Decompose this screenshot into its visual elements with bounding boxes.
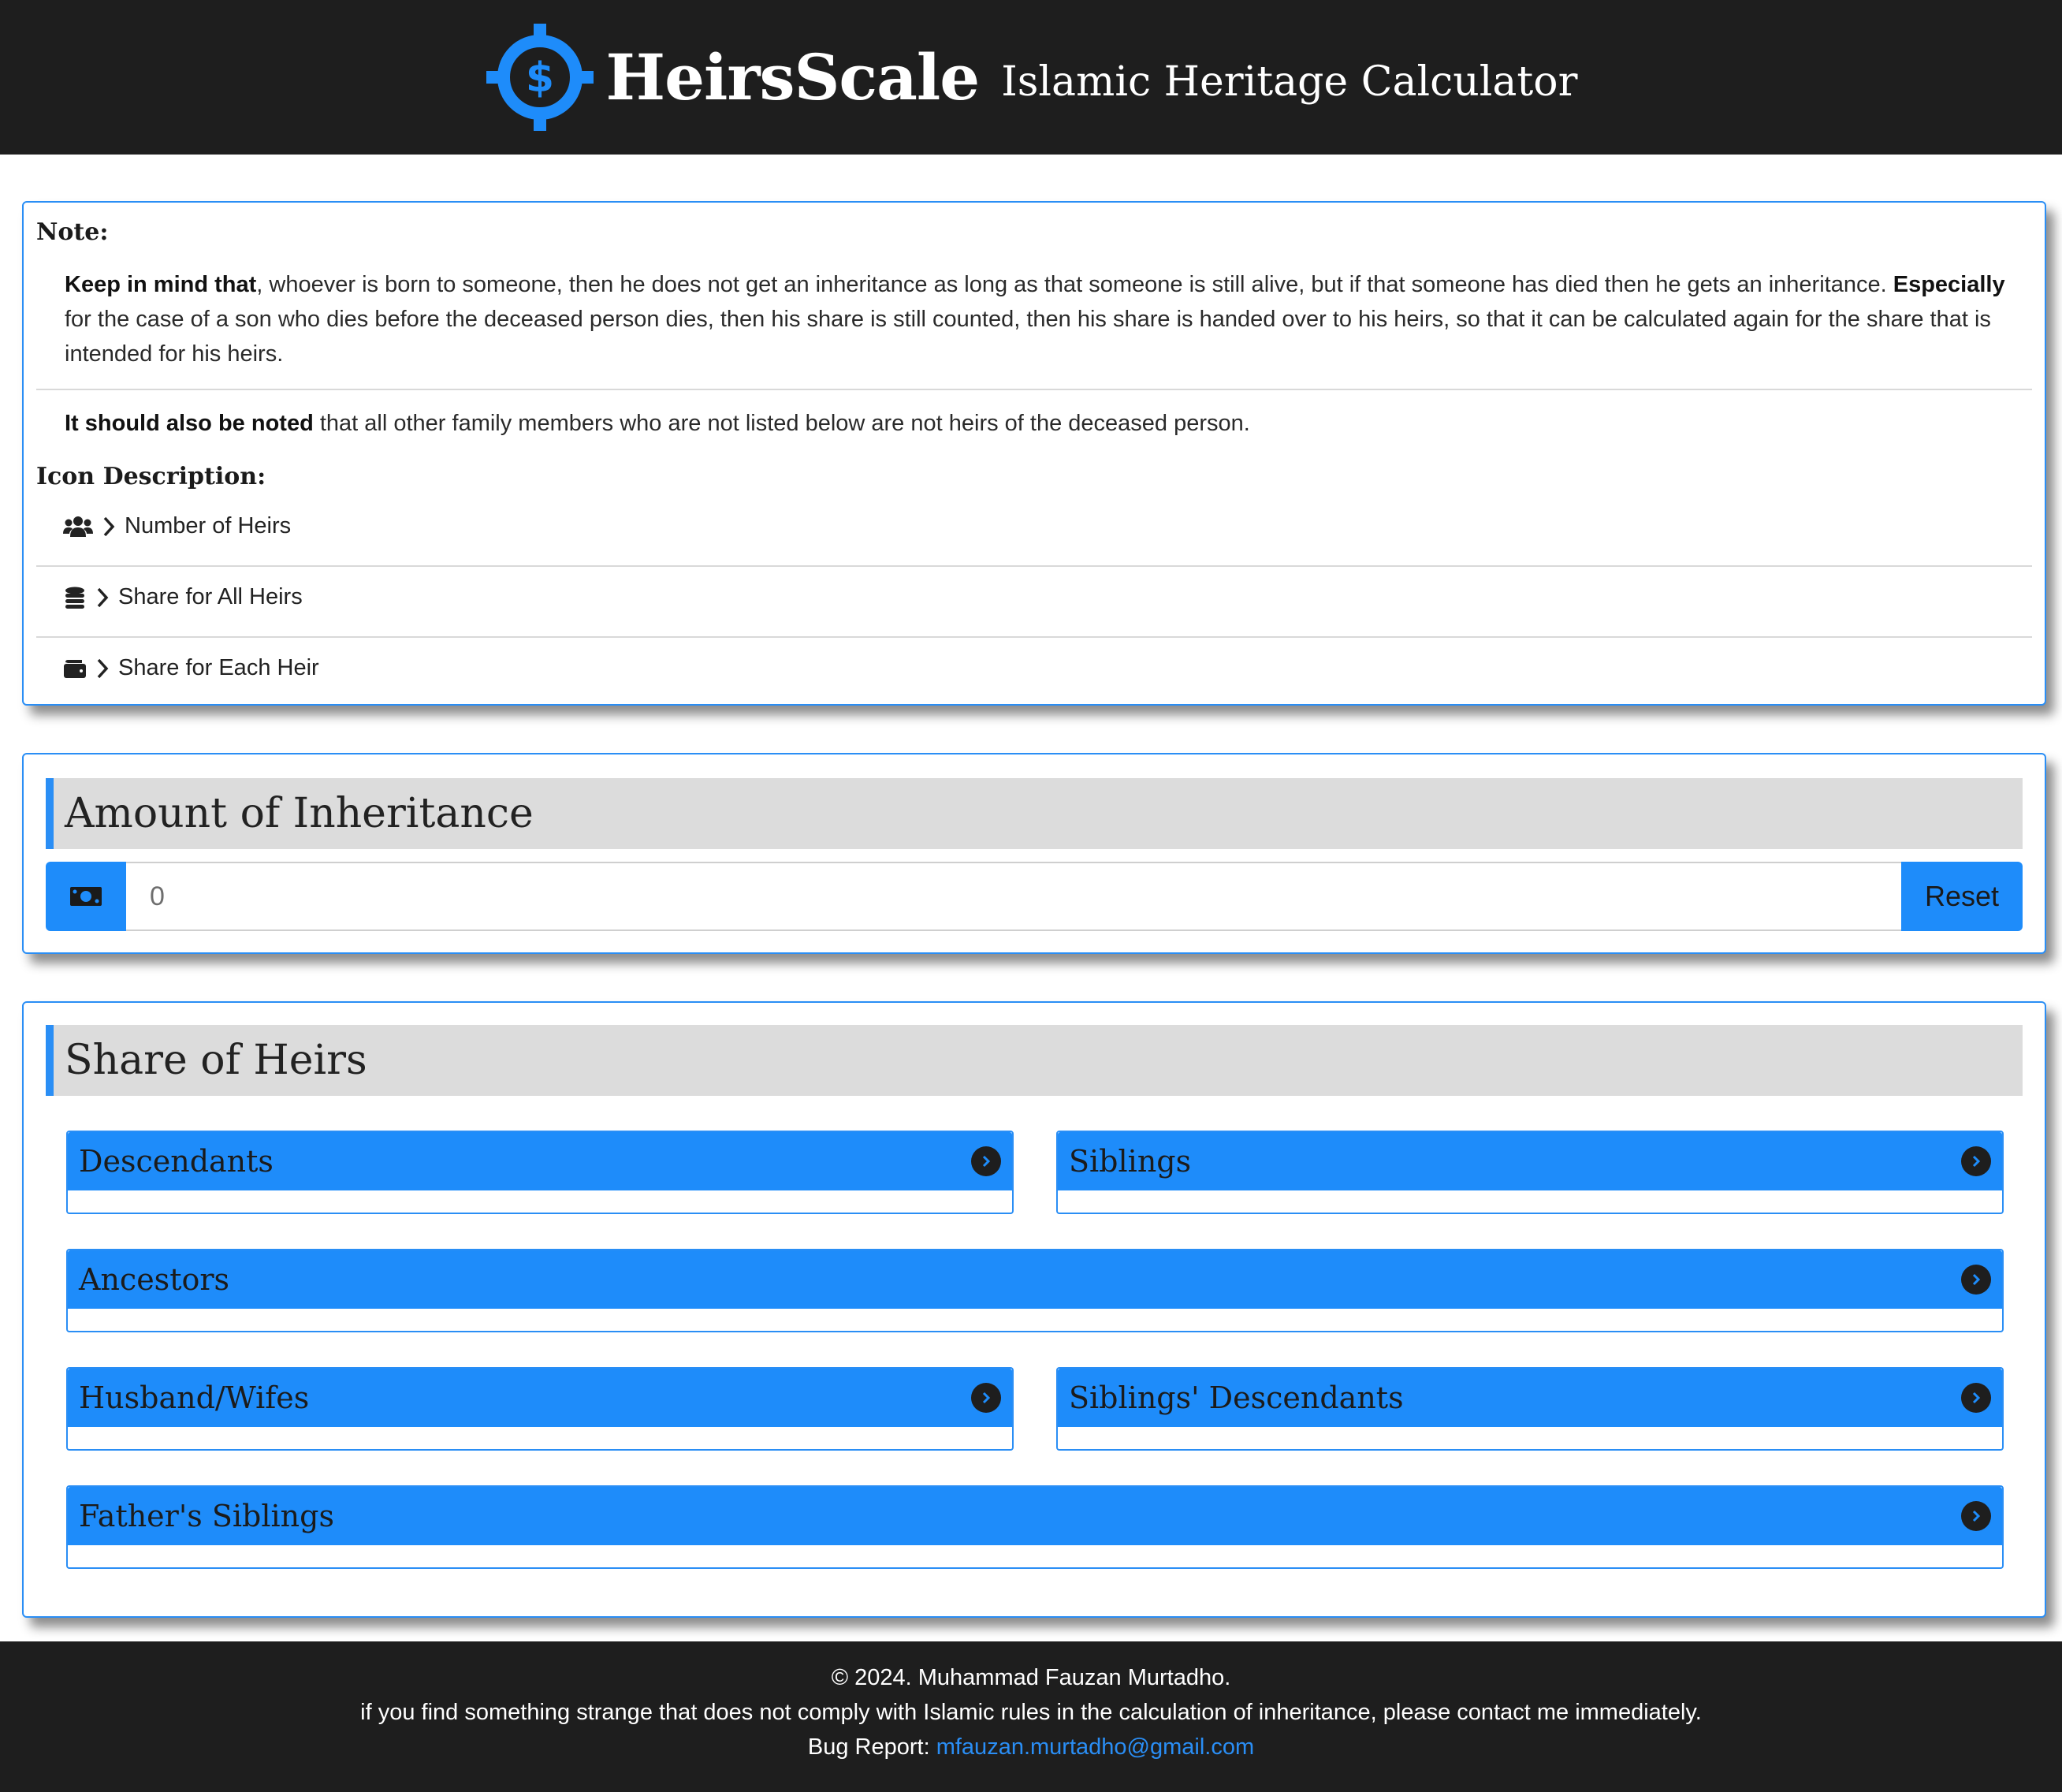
accordion-fathers-siblings[interactable]: Father's Siblings [66, 1485, 2004, 1569]
note-lead-1: Keep in mind that [65, 272, 257, 297]
accordion-siblings-descendants[interactable]: Siblings' Descendants [1056, 1367, 2004, 1451]
reset-button[interactable]: Reset [1901, 862, 2023, 931]
note-text-1: , whoever is born to someone, then he do… [256, 272, 1887, 297]
section-heading: Amount of Inheritance [46, 778, 2023, 849]
chevron-right-icon [97, 658, 109, 678]
accordion-header[interactable]: Siblings [1058, 1132, 2002, 1190]
divider [36, 389, 2032, 390]
accordion-title: Descendants [79, 1144, 274, 1179]
accordion-husband-wifes[interactable]: Husband/Wifes [66, 1367, 1014, 1451]
accordion-header[interactable]: Father's Siblings [68, 1487, 2002, 1545]
note-card: Note: Keep in mind that, whoever is born… [22, 201, 2046, 706]
accordion-title: Father's Siblings [79, 1499, 334, 1533]
chevron-right-icon [103, 516, 115, 536]
accordion-header[interactable]: Husband/Wifes [68, 1369, 1012, 1427]
icon-desc-label: Number of Heirs [125, 513, 292, 538]
crosshair-dollar-icon: $ [486, 24, 594, 131]
chevron-circle-right-icon[interactable] [1961, 1265, 1991, 1295]
bug-report-label: Bug Report: [807, 1734, 930, 1760]
icon-desc-row: Share for All Heirs [63, 584, 303, 610]
share-title: Share of Heirs [65, 1037, 367, 1084]
bug-report-email-link[interactable]: mfauzan.murtadho@gmail.com [936, 1734, 1254, 1760]
chevron-circle-right-icon[interactable] [1961, 1146, 1991, 1176]
divider [36, 636, 2032, 638]
footer-message: if you find something strange that does … [360, 1700, 1702, 1725]
note-lead-3: It should also be noted [65, 411, 314, 436]
chevron-circle-right-icon[interactable] [971, 1146, 1001, 1176]
accordion-title: Siblings [1069, 1144, 1192, 1179]
svg-text:$: $ [525, 54, 553, 102]
footer-copyright: © 2024. Muhammad Fauzan Murtadho. [831, 1665, 1231, 1690]
accordion-title: Husband/Wifes [79, 1380, 310, 1415]
section-heading: Share of Heirs [46, 1025, 2023, 1096]
chevron-right-icon [97, 587, 109, 607]
accordion-title: Siblings' Descendants [1069, 1380, 1404, 1415]
amount-title: Amount of Inheritance [65, 790, 534, 837]
brand-tagline: Islamic Heritage Calculator [1001, 58, 1578, 106]
amount-input-group: 0 Reset [46, 862, 2023, 931]
icon-desc-label: Share for All Heirs [118, 584, 303, 609]
accordion-siblings[interactable]: Siblings [1056, 1131, 2004, 1214]
accordion-header[interactable]: Descendants [68, 1132, 1012, 1190]
chevron-circle-right-icon[interactable] [1961, 1383, 1991, 1413]
icon-description-heading: Icon Description: [36, 463, 266, 490]
app-header: $ HeirsScale Islamic Heritage Calculator [0, 0, 2062, 155]
app-footer: © 2024. Muhammad Fauzan Murtadho. if you… [0, 1641, 2062, 1792]
icon-desc-row: Share for Each Heir [63, 655, 319, 681]
icon-desc-label: Share for Each Heir [118, 655, 319, 680]
share-card: Share of Heirs Descendants Siblings Ance… [22, 1001, 2046, 1618]
note-paragraph-1: Keep in mind that, whoever is born to so… [65, 267, 2016, 371]
amount-input[interactable]: 0 [126, 862, 1901, 931]
amount-card: Amount of Inheritance 0 Reset [22, 753, 2046, 954]
note-lead-2: Especially [1893, 272, 2005, 297]
coins-icon [65, 587, 84, 609]
money-bill-icon [46, 862, 126, 931]
note-heading: Note: [36, 218, 109, 246]
note-text-3: that all other family members who are no… [319, 411, 1250, 436]
wallet-icon [64, 659, 86, 678]
accordion-descendants[interactable]: Descendants [66, 1131, 1014, 1214]
divider [36, 565, 2032, 567]
chevron-circle-right-icon[interactable] [971, 1383, 1001, 1413]
accordion-title: Ancestors [79, 1262, 230, 1297]
accordion-header[interactable]: Ancestors [68, 1250, 2002, 1309]
chevron-circle-right-icon[interactable] [1961, 1501, 1991, 1531]
note-paragraph-2: It should also be noted that all other f… [65, 406, 2016, 441]
accordion-header[interactable]: Siblings' Descendants [1058, 1369, 2002, 1427]
icon-desc-row: Number of Heirs [63, 513, 291, 539]
accordion-ancestors[interactable]: Ancestors [66, 1249, 2004, 1332]
users-icon [63, 516, 93, 537]
footer-bug-report: Bug Report: mfauzan.murtadho@gmail.com [0, 1734, 2062, 1760]
note-text-2: for the case of a son who dies before th… [65, 307, 1991, 367]
brand-name: HeirsScale [605, 40, 981, 114]
